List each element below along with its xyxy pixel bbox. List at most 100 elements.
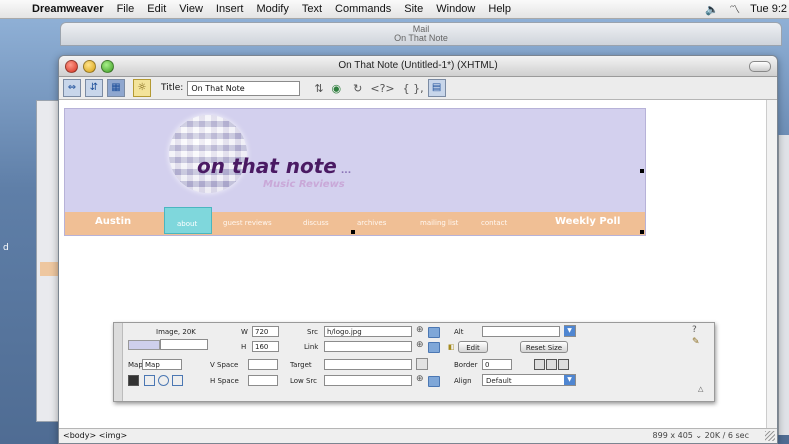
nav-guest-reviews[interactable]: guest reviews [223,219,272,227]
alt-label: Alt [454,328,464,336]
background-window-accent [40,262,58,276]
window-titlebar[interactable]: On That Note (Untitled-1*) (XHTML) [59,56,777,77]
file-management-icon[interactable]: ⇅ [314,82,323,95]
design-view-icon[interactable]: ▦ [107,79,125,97]
alt-dropdown[interactable]: ▼ [564,325,576,337]
network-icon[interactable]: 〽 [729,1,740,17]
preview-browser-icon[interactable]: ◉ [332,82,342,95]
src-field[interactable]: h/logo.jpg [324,326,412,337]
polygon-hotspot-tool-icon[interactable] [172,375,183,386]
resize-handle-corner[interactable] [640,230,644,234]
logo-text: on that note [197,154,337,178]
design-canvas[interactable]: on that note... Music Reviews about Aust… [59,100,777,428]
menu-window[interactable]: Window [436,3,475,15]
src-point-to-file-icon[interactable]: ⊕ [416,325,424,335]
target-label: Target [290,361,312,369]
background-window-right[interactable] [778,135,789,435]
code-navigation-icon[interactable]: <?> [370,82,394,95]
mail-window-subtitle: On That Note [394,33,448,43]
menu-modify[interactable]: Modify [256,3,288,15]
help-icon[interactable]: ? [692,325,697,335]
nav-weekly-poll[interactable]: Weekly Poll [555,216,620,227]
volume-icon[interactable]: 🔈 [705,3,719,16]
split-view-icon[interactable]: ⇵ [85,79,103,97]
window-title: On That Note (Untitled-1*) (XHTML) [338,60,498,71]
map-name-field[interactable]: Map [142,359,182,370]
visual-aids-icon[interactable]: ▤ [427,79,446,97]
pointer-hotspot-tool-icon[interactable] [128,375,139,386]
inspector-grip[interactable] [114,323,123,401]
nav-contact[interactable]: contact [481,219,507,227]
align-select[interactable]: Default ▼ [482,374,576,386]
hspace-field[interactable] [248,375,278,386]
collapse-arrow-icon[interactable]: △ [698,385,703,393]
tag-selector[interactable]: <body> <img> [63,429,127,443]
background-window-left[interactable] [36,100,60,422]
align-right-icon[interactable] [558,359,569,370]
refresh-icon[interactable]: ↻ [353,82,362,95]
align-label: Align [454,377,472,385]
resize-grip-icon[interactable] [765,431,775,441]
menu-commands[interactable]: Commands [335,3,391,15]
banner-image[interactable]: on that note... Music Reviews about Aust… [64,108,646,236]
src-browse-folder-icon[interactable] [428,327,440,338]
background-mail-window[interactable]: Mail On That Note [60,22,782,46]
vertical-scrollbar[interactable] [766,100,777,428]
image-type-label: Image, 20K [156,328,196,336]
align-select-value: Default [486,377,512,385]
link-field[interactable] [324,341,412,352]
nav-mailing-list[interactable]: mailing list [420,219,458,227]
image-name-field[interactable] [160,339,208,350]
height-field[interactable]: 160 [252,341,279,352]
rectangle-hotspot-tool-icon[interactable] [144,375,155,386]
reset-size-button[interactable]: Reset Size [520,341,568,353]
border-field[interactable]: 0 [482,359,512,370]
border-label: Border [454,361,478,369]
vspace-field[interactable] [248,359,278,370]
menu-clock[interactable]: Tue 9:2 [750,3,787,15]
align-center-icon[interactable] [546,359,557,370]
menu-app-name[interactable]: Dreamweaver [32,3,104,15]
menu-help[interactable]: Help [488,3,511,15]
resize-handle-bottom[interactable] [351,230,355,234]
quick-tag-editor-icon[interactable]: ✎ [692,337,700,347]
live-data-icon[interactable]: ☼ [133,79,151,97]
circle-hotspot-tool-icon[interactable] [158,375,169,386]
link-browse-folder-icon[interactable] [428,342,440,353]
width-field[interactable]: 720 [252,326,279,337]
target-field[interactable] [324,359,412,370]
view-options-icon[interactable]: { }, [403,82,424,95]
link-point-to-file-icon[interactable]: ⊕ [416,340,424,350]
code-view-icon[interactable]: ⇔ [63,79,81,97]
lowsrc-browse-folder-icon[interactable] [428,376,440,387]
nav-about-label: about [177,220,198,228]
lowsrc-field[interactable] [324,375,412,386]
target-dropdown[interactable] [416,358,428,370]
status-bar: <body> <img> 899 x 405 ⌄ 20K / 6 sec [59,428,777,443]
edit-button[interactable]: Edit [458,341,488,353]
nav-about[interactable]: about [164,207,212,234]
image-thumbnail [128,340,160,350]
menu-text[interactable]: Text [302,3,322,15]
menu-view[interactable]: View [179,3,203,15]
logo-dots: ... [340,166,352,176]
menu-file[interactable]: File [117,3,135,15]
apple-menu-icon[interactable] [8,2,22,16]
vspace-label: V Space [210,361,239,369]
lowsrc-point-to-file-icon[interactable]: ⊕ [416,374,424,384]
edit-image-icon[interactable]: ◧ [448,343,455,351]
resize-handle-right[interactable] [640,169,644,173]
alt-field[interactable] [482,326,560,337]
align-left-icon[interactable] [534,359,545,370]
document-toolbar: ⇔ ⇵ ▦ ☼ Title: On That Note ⇅ ◉ ↻ <?> { … [59,77,777,100]
nav-discuss[interactable]: discuss [303,219,329,227]
menu-site[interactable]: Site [404,3,423,15]
page-title-input[interactable]: On That Note [187,80,301,96]
window-size-info[interactable]: 899 x 405 ⌄ 20K / 6 sec [653,429,749,443]
title-label: Title: [161,83,184,93]
hspace-label: H Space [210,377,239,385]
menu-insert[interactable]: Insert [216,3,244,15]
toolbar-toggle-button[interactable] [749,61,771,72]
nav-archives[interactable]: archives [357,219,386,227]
menu-edit[interactable]: Edit [147,3,166,15]
